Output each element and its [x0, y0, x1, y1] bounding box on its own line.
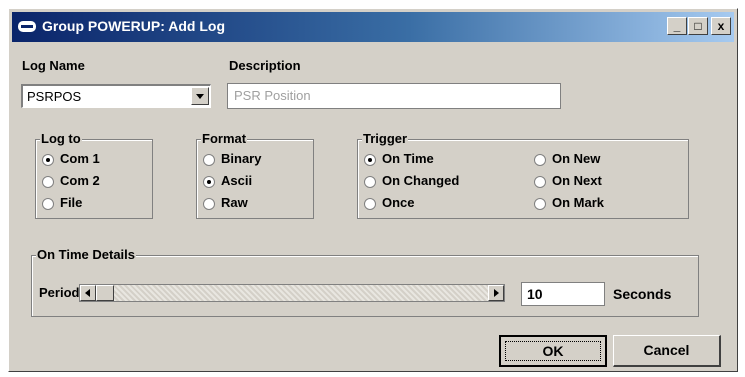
radio-label: On Mark [552, 195, 605, 210]
radio[interactable] [42, 198, 54, 210]
title-bar[interactable]: Group POWERUP: Add Log _ □ x [12, 12, 734, 42]
radio[interactable] [364, 176, 376, 188]
radio-selected[interactable] [203, 176, 215, 188]
log-name-label: Log Name [22, 58, 85, 73]
trigger-group: Trigger On Time On Changed Once On New O… [357, 131, 689, 219]
radio[interactable] [203, 198, 215, 210]
radio-label: Once [382, 195, 415, 210]
format-group: Format Binary Ascii Raw [196, 131, 314, 219]
period-slider[interactable] [79, 284, 505, 302]
log-name-combo[interactable]: PSRPOS [21, 84, 211, 108]
radio[interactable] [42, 176, 54, 188]
radio-label: On Changed [382, 173, 460, 188]
radio-label: Com 2 [60, 173, 100, 188]
app-icon [18, 21, 36, 32]
chevron-down-icon[interactable] [191, 87, 209, 105]
description-field[interactable]: PSR Position [227, 83, 561, 109]
description-label: Description [229, 58, 301, 73]
maximize-button[interactable]: □ [688, 17, 708, 35]
scroll-thumb[interactable] [96, 285, 114, 301]
radio-selected[interactable] [364, 154, 376, 166]
radio-label: Ascii [221, 173, 253, 188]
log-name-value: PSRPOS [27, 89, 82, 104]
radio-label: Com 1 [60, 151, 100, 166]
add-log-dialog: Group POWERUP: Add Log _ □ x Log Name De… [8, 8, 738, 372]
focus-outline [505, 341, 601, 361]
radio-label: Raw [221, 195, 248, 210]
radio-selected[interactable] [42, 154, 54, 166]
trigger-label: Trigger [362, 131, 409, 146]
radio-label: On Next [552, 173, 602, 188]
scroll-left-arrow-icon[interactable] [80, 285, 96, 301]
on-time-details-label: On Time Details [36, 247, 137, 262]
radio-label: On New [552, 151, 601, 166]
radio[interactable] [534, 176, 546, 188]
period-label: Period: [39, 285, 84, 300]
minimize-button[interactable]: _ [667, 17, 687, 35]
radio-label: On Time [382, 151, 434, 166]
radio[interactable] [534, 154, 546, 166]
radio-label: Binary [221, 151, 262, 166]
format-label: Format [201, 131, 248, 146]
radio[interactable] [203, 154, 215, 166]
seconds-label: Seconds [613, 286, 672, 302]
radio[interactable] [534, 198, 546, 210]
period-value-field[interactable]: 10 [521, 282, 605, 306]
radio[interactable] [364, 198, 376, 210]
close-button[interactable]: x [711, 17, 731, 35]
cancel-button[interactable]: Cancel [613, 335, 721, 367]
log-to-label: Log to [40, 131, 82, 146]
log-to-group: Log to Com 1 Com 2 File [35, 131, 153, 219]
ok-button[interactable]: OK [499, 335, 607, 367]
scroll-right-arrow-icon[interactable] [488, 285, 504, 301]
radio-label: File [60, 195, 83, 210]
window-title: Group POWERUP: Add Log [42, 18, 226, 34]
